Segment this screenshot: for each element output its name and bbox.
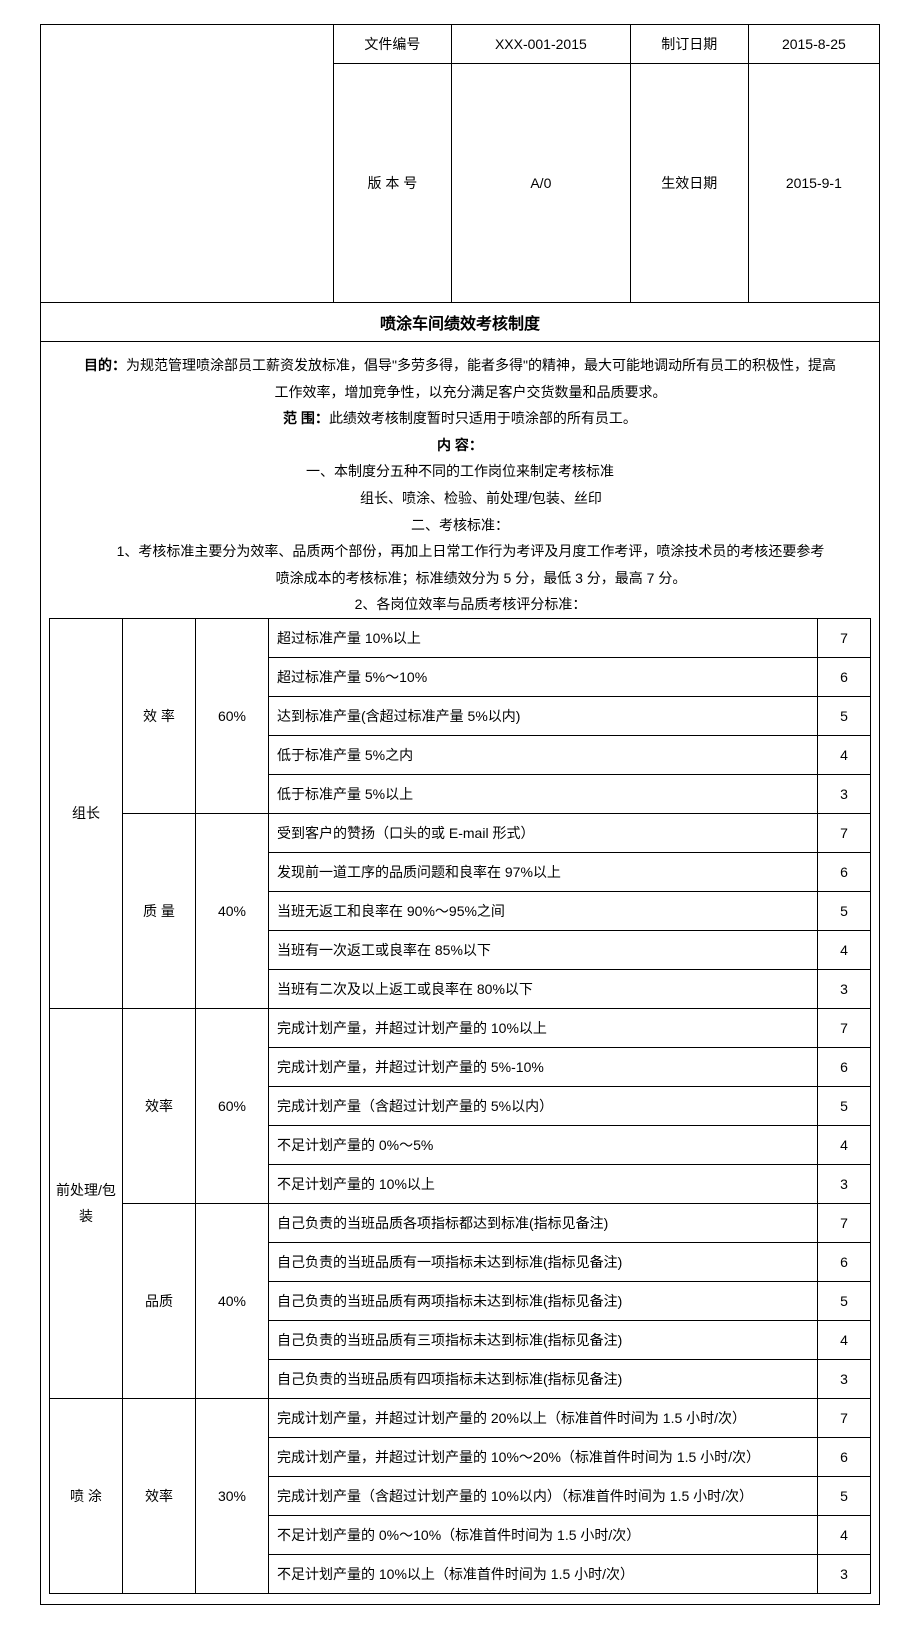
metric-cell: 品质 bbox=[123, 1203, 196, 1398]
criteria-cell: 完成计划产量（含超过计划产量的 5%以内） bbox=[269, 1086, 818, 1125]
criteria-cell: 不足计划产量的 10%以上（标准首件时间为 1.5 小时/次） bbox=[269, 1554, 818, 1593]
score-cell: 3 bbox=[818, 1164, 871, 1203]
criteria-cell: 低于标准产量 5%之内 bbox=[269, 735, 818, 774]
score-cell: 5 bbox=[818, 1086, 871, 1125]
score-cell: 3 bbox=[818, 969, 871, 1008]
score-cell: 6 bbox=[818, 657, 871, 696]
document-title: 喷涂车间绩效考核制度 bbox=[41, 303, 880, 342]
score-cell: 3 bbox=[818, 774, 871, 813]
table-row: 质 量40%受到客户的赞扬（口头的或 E-mail 形式）7 bbox=[50, 813, 871, 852]
criteria-cell: 自己负责的当班品质有一项指标未达到标准(指标见备注) bbox=[269, 1242, 818, 1281]
score-cell: 7 bbox=[818, 1008, 871, 1047]
criteria-cell: 自己负责的当班品质有两项指标未达到标准(指标见备注) bbox=[269, 1281, 818, 1320]
purpose-label: 目的： bbox=[84, 357, 126, 373]
metric-cell: 质 量 bbox=[123, 813, 196, 1008]
score-cell: 6 bbox=[818, 852, 871, 891]
scope-line: 范 围：此绩效考核制度暂时只适用于喷涂部的所有员工。 bbox=[49, 405, 871, 432]
criteria-cell: 完成计划产量（含超过计划产量的 10%以内）（标准首件时间为 1.5 小时/次） bbox=[269, 1476, 818, 1515]
score-cell: 5 bbox=[818, 1281, 871, 1320]
header-table: 文件编号 XXX-001-2015 制订日期 2015-8-25 版 本 号 A… bbox=[40, 24, 880, 1605]
rev-date-value: 2015-8-25 bbox=[748, 25, 879, 64]
percent-cell: 30% bbox=[196, 1398, 269, 1593]
criteria-cell: 当班有二次及以上返工或良率在 80%以下 bbox=[269, 969, 818, 1008]
score-cell: 5 bbox=[818, 1476, 871, 1515]
score-cell: 3 bbox=[818, 1359, 871, 1398]
purpose-text-2: 工作效率，增加竞争性，以充分满足客户交货数量和品质要求。 bbox=[49, 379, 871, 406]
version-label: 版 本 号 bbox=[334, 64, 452, 303]
score-cell: 4 bbox=[818, 1320, 871, 1359]
score-cell: 6 bbox=[818, 1242, 871, 1281]
score-cell: 5 bbox=[818, 891, 871, 930]
doc-no-label: 文件编号 bbox=[334, 25, 452, 64]
criteria-cell: 自己负责的当班品质各项指标都达到标准(指标见备注) bbox=[269, 1203, 818, 1242]
score-cell: 7 bbox=[818, 1398, 871, 1437]
eff-date-value: 2015-9-1 bbox=[748, 64, 879, 303]
logo-cell bbox=[41, 25, 334, 303]
score-cell: 7 bbox=[818, 813, 871, 852]
score-cell: 3 bbox=[818, 1554, 871, 1593]
criteria-cell: 当班无返工和良率在 90%～95%之间 bbox=[269, 891, 818, 930]
score-cell: 7 bbox=[818, 618, 871, 657]
score-cell: 6 bbox=[818, 1437, 871, 1476]
role-cell: 喷 涂 bbox=[50, 1398, 123, 1593]
scope-label: 范 围： bbox=[283, 410, 329, 426]
criteria-cell: 超过标准产量 10%以上 bbox=[269, 618, 818, 657]
table-row: 品质40%自己负责的当班品质各项指标都达到标准(指标见备注)7 bbox=[50, 1203, 871, 1242]
criteria-cell: 自己负责的当班品质有三项指标未达到标准(指标见备注) bbox=[269, 1320, 818, 1359]
rev-date-label: 制订日期 bbox=[630, 25, 748, 64]
table-row: 组长效 率60%超过标准产量 10%以上7 bbox=[50, 618, 871, 657]
score-cell: 6 bbox=[818, 1047, 871, 1086]
score-cell: 4 bbox=[818, 735, 871, 774]
role-cell: 前处理/包装 bbox=[50, 1008, 123, 1398]
criteria-cell: 完成计划产量，并超过计划产量的 10%～20%（标准首件时间为 1.5 小时/次… bbox=[269, 1437, 818, 1476]
scope-text: 此绩效考核制度暂时只适用于喷涂部的所有员工。 bbox=[329, 410, 637, 426]
criteria-cell: 自己负责的当班品质有四项指标未达到标准(指标见备注) bbox=[269, 1359, 818, 1398]
section-1-items: 组长、喷涂、检验、前处理/包装、丝印 bbox=[49, 485, 871, 512]
metric-cell: 效率 bbox=[123, 1008, 196, 1203]
criteria-cell: 达到标准产量(含超过标准产量 5%以内) bbox=[269, 696, 818, 735]
criteria-cell: 不足计划产量的 10%以上 bbox=[269, 1164, 818, 1203]
doc-no-value: XXX-001-2015 bbox=[451, 25, 630, 64]
percent-cell: 60% bbox=[196, 618, 269, 813]
role-cell: 组长 bbox=[50, 618, 123, 1008]
purpose-text-1: 为规范管理喷涂部员工薪资发放标准，倡导"多劳多得，能者多得"的精神，最大可能地调… bbox=[126, 357, 836, 373]
criteria-cell: 受到客户的赞扬（口头的或 E-mail 形式） bbox=[269, 813, 818, 852]
percent-cell: 60% bbox=[196, 1008, 269, 1203]
section-2-1b: 喷涂成本的考核标准；标准绩效分为 5 分，最低 3 分，最高 7 分。 bbox=[49, 565, 871, 592]
document-page: 文件编号 XXX-001-2015 制订日期 2015-8-25 版 本 号 A… bbox=[0, 0, 920, 1629]
score-cell: 4 bbox=[818, 930, 871, 969]
criteria-cell: 不足计划产量的 0%～5% bbox=[269, 1125, 818, 1164]
score-cell: 5 bbox=[818, 696, 871, 735]
section-1: 一、本制度分五种不同的工作岗位来制定考核标准 bbox=[49, 458, 871, 485]
title-row: 喷涂车间绩效考核制度 bbox=[41, 303, 880, 342]
criteria-cell: 超过标准产量 5%～10% bbox=[269, 657, 818, 696]
version-value: A/0 bbox=[451, 64, 630, 303]
score-cell: 7 bbox=[818, 1203, 871, 1242]
criteria-cell: 低于标准产量 5%以上 bbox=[269, 774, 818, 813]
percent-cell: 40% bbox=[196, 813, 269, 1008]
metric-cell: 效率 bbox=[123, 1398, 196, 1593]
section-2-1a: 1、考核标准主要分为效率、品质两个部份，再加上日常工作行为考评及月度工作考评，喷… bbox=[49, 538, 871, 565]
header-row-1: 文件编号 XXX-001-2015 制订日期 2015-8-25 bbox=[41, 25, 880, 64]
criteria-cell: 完成计划产量，并超过计划产量的 10%以上 bbox=[269, 1008, 818, 1047]
criteria-cell: 发现前一道工序的品质问题和良率在 97%以上 bbox=[269, 852, 818, 891]
table-row: 喷 涂效率30%完成计划产量，并超过计划产量的 20%以上（标准首件时间为 1.… bbox=[50, 1398, 871, 1437]
criteria-cell: 完成计划产量，并超过计划产量的 5%-10% bbox=[269, 1047, 818, 1086]
body-row: 目的：为规范管理喷涂部员工薪资发放标准，倡导"多劳多得，能者多得"的精神，最大可… bbox=[41, 342, 880, 1605]
evaluation-table: 组长效 率60%超过标准产量 10%以上7超过标准产量 5%～10%6达到标准产… bbox=[49, 618, 871, 1594]
content-label: 内 容： bbox=[49, 432, 871, 459]
eff-date-label: 生效日期 bbox=[630, 64, 748, 303]
section-2: 二、考核标准： bbox=[49, 512, 871, 539]
percent-cell: 40% bbox=[196, 1203, 269, 1398]
score-cell: 4 bbox=[818, 1125, 871, 1164]
table-row: 前处理/包装效率60%完成计划产量，并超过计划产量的 10%以上7 bbox=[50, 1008, 871, 1047]
purpose-line: 目的：为规范管理喷涂部员工薪资发放标准，倡导"多劳多得，能者多得"的精神，最大可… bbox=[49, 352, 871, 379]
criteria-cell: 当班有一次返工或良率在 85%以下 bbox=[269, 930, 818, 969]
body-cell: 目的：为规范管理喷涂部员工薪资发放标准，倡导"多劳多得，能者多得"的精神，最大可… bbox=[41, 342, 880, 1605]
metric-cell: 效 率 bbox=[123, 618, 196, 813]
criteria-cell: 完成计划产量，并超过计划产量的 20%以上（标准首件时间为 1.5 小时/次） bbox=[269, 1398, 818, 1437]
section-2-2: 2、各岗位效率与品质考核评分标准： bbox=[49, 591, 871, 618]
score-cell: 4 bbox=[818, 1515, 871, 1554]
criteria-cell: 不足计划产量的 0%～10%（标准首件时间为 1.5 小时/次） bbox=[269, 1515, 818, 1554]
